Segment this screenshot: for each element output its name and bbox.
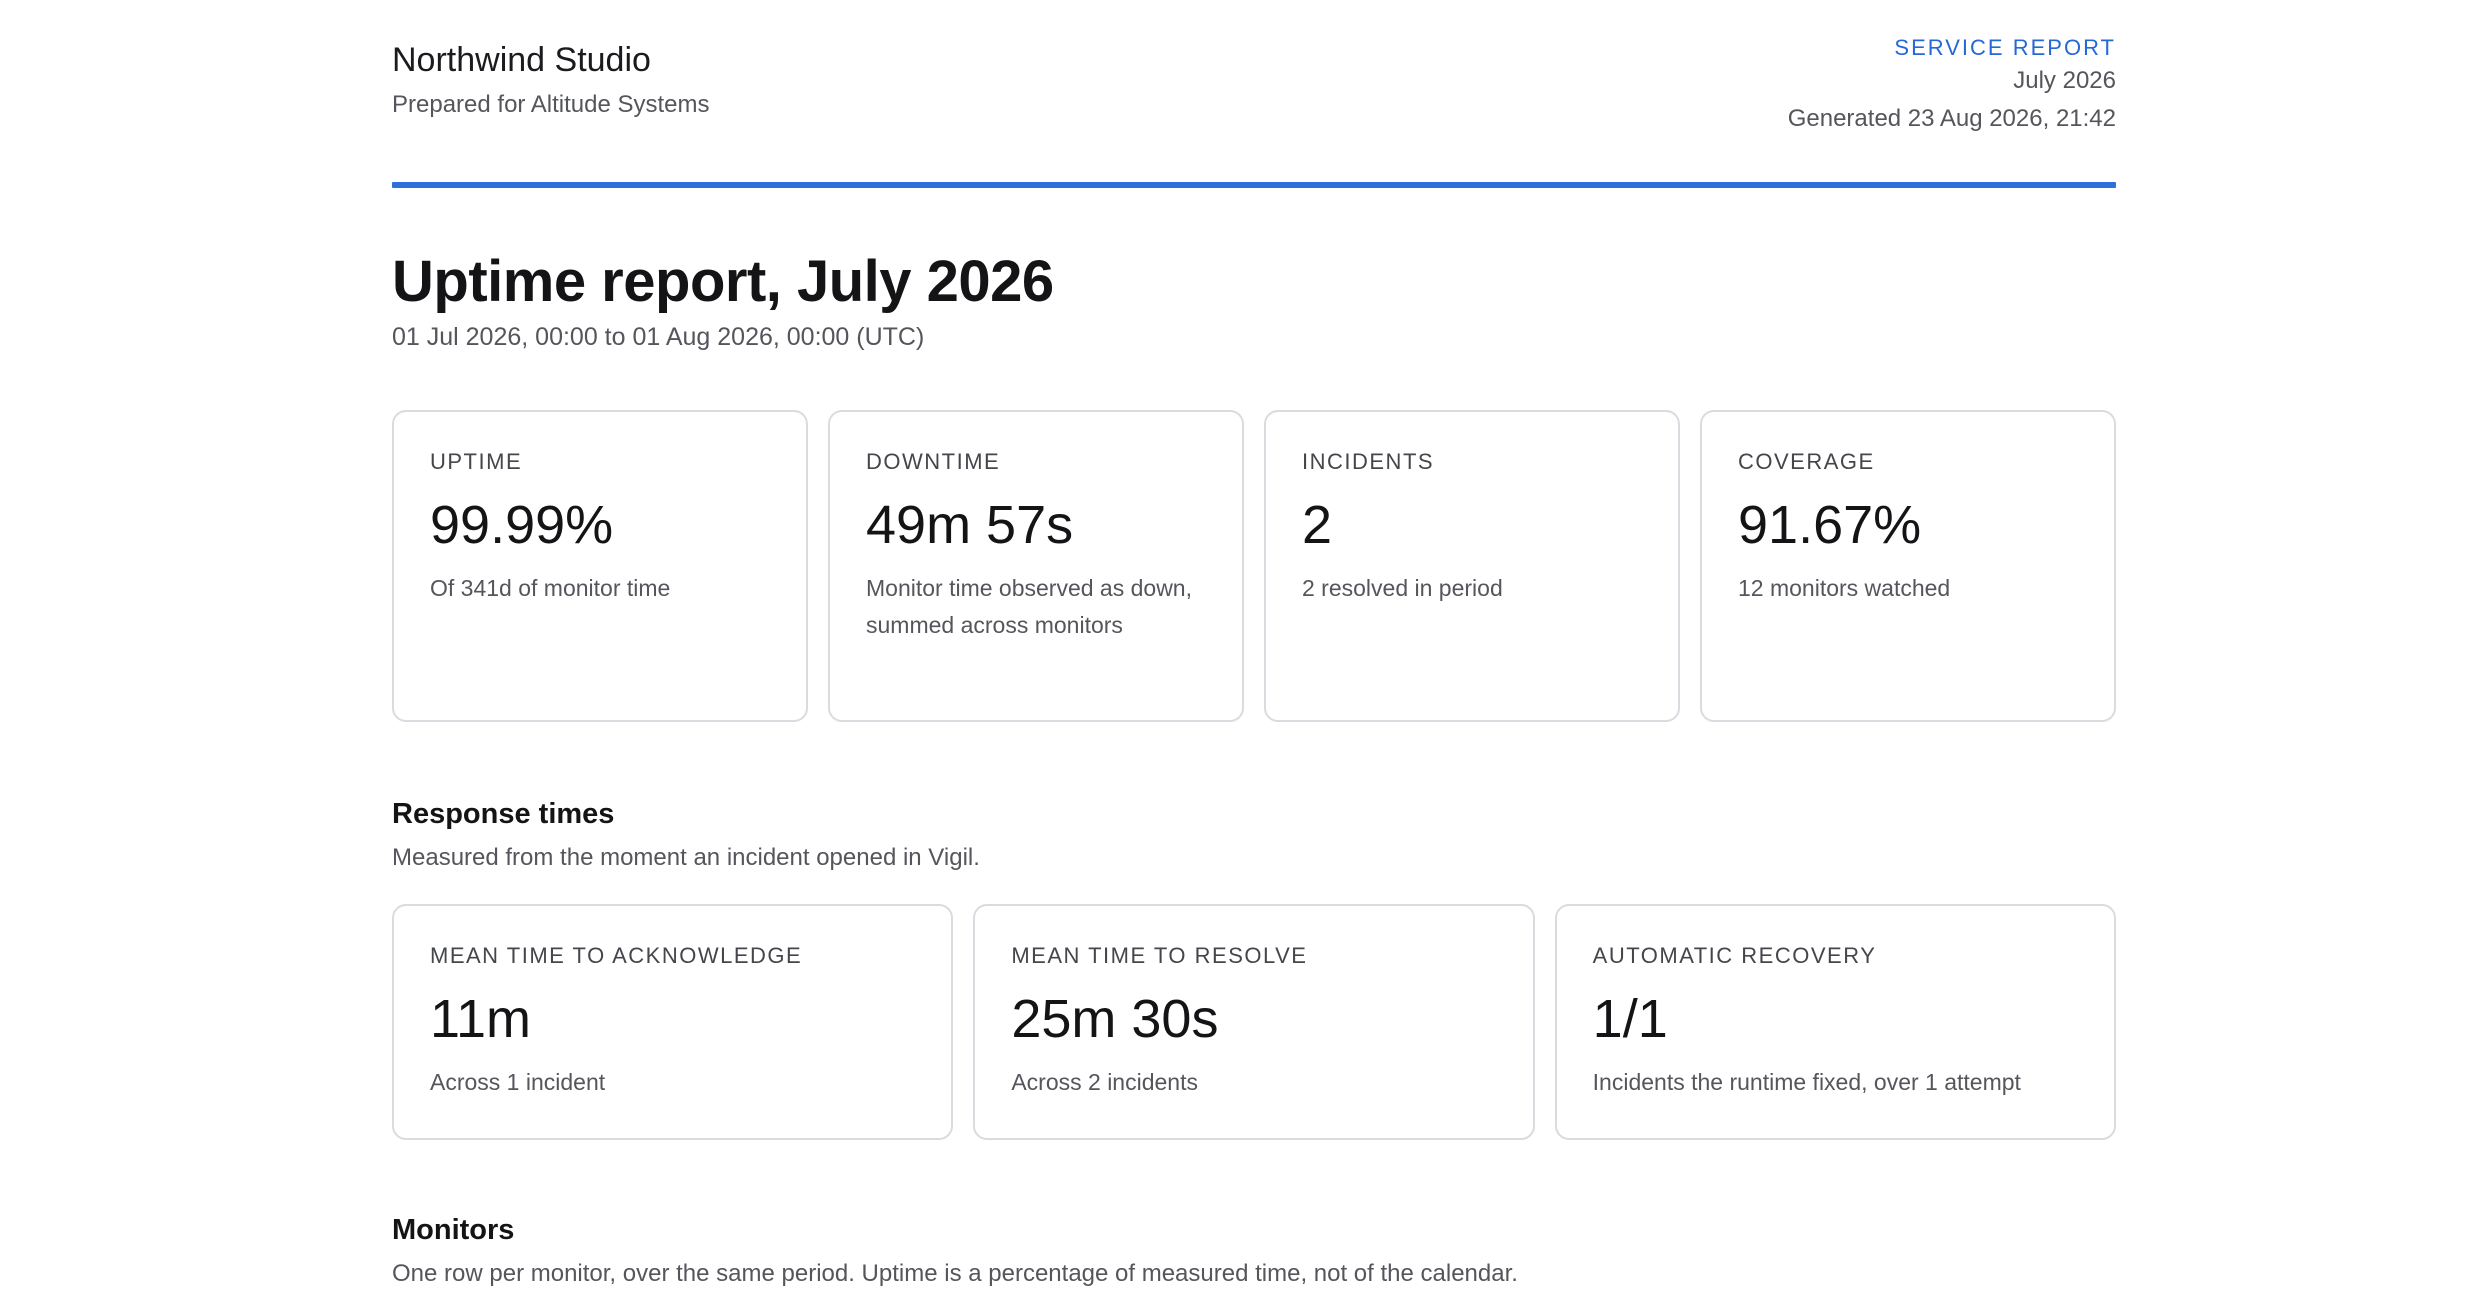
summary-cards: UPTIME 99.99% Of 341d of monitor time DO…: [392, 410, 2116, 722]
brand-name: Northwind Studio: [392, 41, 651, 79]
stat-value: 25m 30s: [1011, 989, 1219, 1049]
stat-note: Across 1 incident: [430, 1069, 606, 1095]
section-description: Measured from the moment an incident ope…: [392, 844, 980, 871]
stat-note: 2 resolved in period: [1302, 575, 1503, 601]
stat-note: Across 2 incidents: [1011, 1069, 1198, 1095]
generated-timestamp: Generated 23 Aug 2026, 21:42: [1787, 105, 2116, 132]
stat-value: 2: [1302, 495, 1333, 555]
response-times-section: Response times Measured from the moment …: [392, 796, 2116, 874]
stat-card-incidents: INCIDENTS 2 2 resolved in period: [1264, 410, 1680, 722]
prepared-for: Prepared for Altitude Systems: [392, 91, 710, 118]
monitors-section: Monitors One row per monitor, over the s…: [392, 1212, 2116, 1290]
response-cards: MEAN TIME TO ACKNOWLEDGE 11m Across 1 in…: [392, 904, 2116, 1140]
stat-card-uptime: UPTIME 99.99% Of 341d of monitor time: [392, 410, 808, 722]
stat-label: DOWNTIME: [866, 449, 1001, 474]
stat-card-downtime: DOWNTIME 49m 57s Monitor time observed a…: [828, 410, 1244, 722]
page-title: Uptime report, July 2026: [392, 249, 1054, 314]
stat-card-mttr: MEAN TIME TO RESOLVE 25m 30s Across 2 in…: [973, 904, 1535, 1140]
stat-card-mtta: MEAN TIME TO ACKNOWLEDGE 11m Across 1 in…: [392, 904, 954, 1140]
report-date-range: 01 Jul 2026, 00:00 to 01 Aug 2026, 00:00…: [392, 323, 925, 351]
report-kicker: SERVICE REPORT: [1894, 35, 2116, 60]
stat-note: Of 341d of monitor time: [430, 575, 671, 601]
report-page: Northwind Studio Prepared for Altitude S…: [392, 0, 2116, 1290]
report-period-label: July 2026: [2013, 67, 2116, 94]
stat-note: Incidents the runtime fixed, over 1 atte…: [1592, 1069, 2021, 1095]
stat-card-coverage: COVERAGE 91.67% 12 monitors watched: [1700, 410, 2116, 722]
section-description: One row per monitor, over the same perio…: [392, 1260, 1518, 1287]
report-meta: SERVICE REPORT July 2026 Generated 23 Au…: [1788, 34, 2116, 138]
stat-value: 11m: [430, 989, 532, 1049]
stat-value: 99.99%: [430, 495, 614, 555]
stat-card-auto-recovery: AUTOMATIC RECOVERY 1/1 Incidents the run…: [1554, 904, 2116, 1140]
stat-note: Monitor time observed as down, summed ac…: [866, 575, 1192, 638]
stat-value: 1/1: [1592, 989, 1668, 1049]
stat-label: AUTOMATIC RECOVERY: [1592, 943, 1877, 968]
header-divider: [392, 182, 2116, 188]
section-title: Response times: [392, 798, 615, 830]
stat-label: INCIDENTS: [1302, 449, 1435, 474]
stat-note: 12 monitors watched: [1738, 575, 1951, 601]
section-title: Monitors: [392, 1214, 515, 1246]
stat-label: UPTIME: [430, 449, 523, 474]
stat-value: 91.67%: [1738, 495, 1922, 555]
stat-label: COVERAGE: [1738, 449, 1875, 474]
stat-label: MEAN TIME TO ACKNOWLEDGE: [430, 943, 803, 968]
stat-value: 49m 57s: [866, 495, 1074, 555]
report-header: Northwind Studio Prepared for Altitude S…: [392, 0, 2116, 190]
stat-label: MEAN TIME TO RESOLVE: [1011, 943, 1308, 968]
brand-block: Northwind Studio Prepared for Altitude S…: [392, 40, 709, 120]
